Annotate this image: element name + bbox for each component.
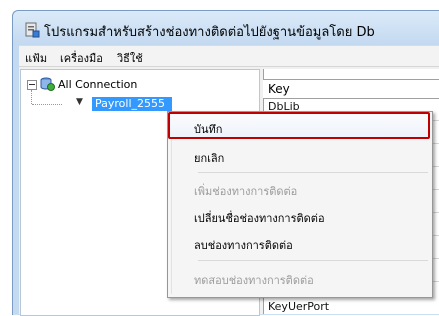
context-test-connection-label: ทดสอบช่องทางการติดต่อ xyxy=(194,274,314,287)
context-add-connection: เพิ่มช่องทางการติดต่อ xyxy=(168,176,430,200)
context-cancel-label: ยกเลิก xyxy=(194,152,225,165)
context-add-connection-label: เพิ่มช่องทางการติดต่อ xyxy=(194,185,298,198)
context-rename-connection[interactable]: เปลี่ยนชื่อช่องทางการติดต่อ xyxy=(168,203,430,227)
menu-help[interactable]: วิธีใช้ xyxy=(117,49,143,67)
tree-node-payroll[interactable]: Payroll_2555 xyxy=(92,97,172,111)
highlight-annotation xyxy=(168,112,430,139)
context-test-connection: ทดสอบช่องทางการติดต่อ xyxy=(168,265,430,289)
tree-collapse-icon[interactable] xyxy=(27,80,37,90)
grid-header: Key xyxy=(263,79,439,99)
app-icon xyxy=(25,22,40,38)
tree-line xyxy=(32,104,62,105)
menu-file[interactable]: แฟ้ม xyxy=(25,49,47,67)
window-title: โปรแกรมสำหรับสร้างช่องทางติดต่อไปยังฐานข… xyxy=(44,25,375,40)
context-delete-connection-label: ลบช่องทางการติดต่อ xyxy=(194,239,293,252)
database-icon xyxy=(40,77,55,91)
menu-separator xyxy=(198,260,428,261)
tree-line xyxy=(31,90,32,104)
grid-header-key: Key xyxy=(268,82,290,96)
node-arrow-icon: ▼ xyxy=(76,97,83,107)
menu-tools[interactable]: เครื่องมือ xyxy=(60,49,103,67)
menu-separator xyxy=(198,172,428,173)
context-cancel[interactable]: ยกเลิก xyxy=(168,143,430,167)
context-delete-connection[interactable]: ลบช่องทางการติดต่อ xyxy=(168,230,430,254)
tree-root-label[interactable]: All Connection xyxy=(58,78,137,91)
context-rename-connection-label: เปลี่ยนชื่อช่องทางการติดต่อ xyxy=(194,212,325,225)
grid-row-partial: KeyUerPort xyxy=(268,300,330,313)
